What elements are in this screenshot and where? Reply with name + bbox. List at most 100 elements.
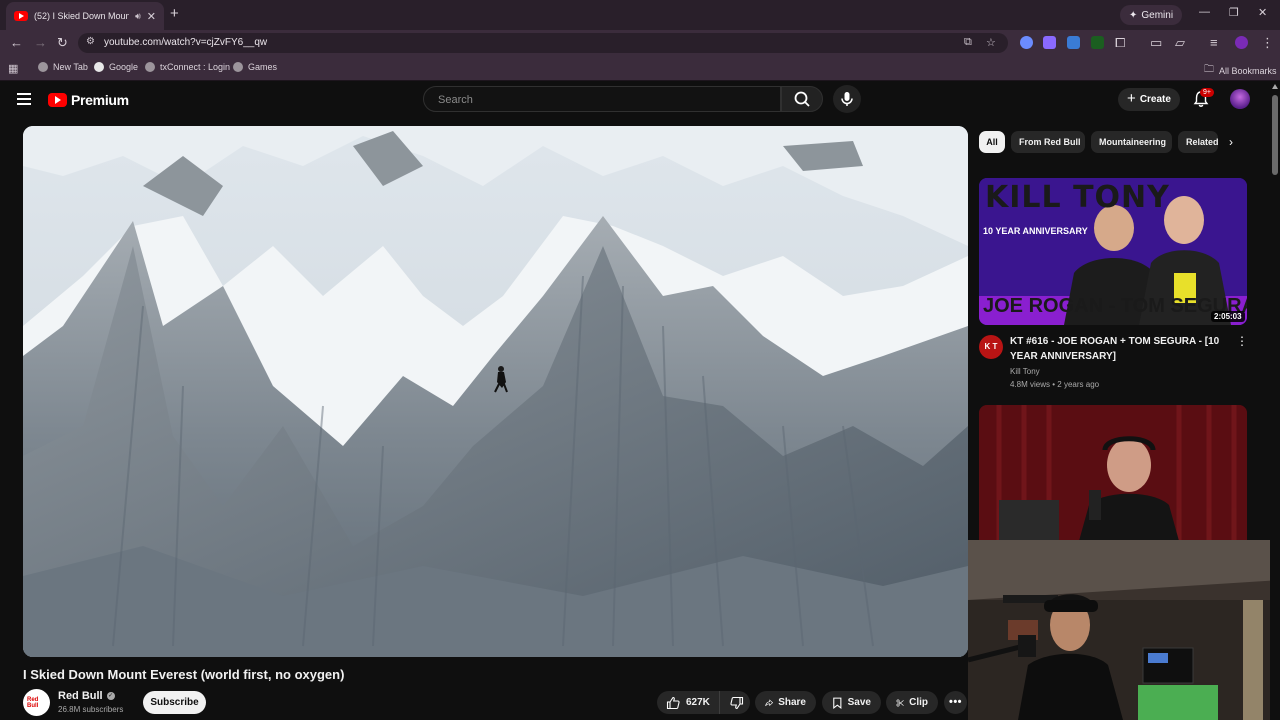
channel-avatar[interactable]: Red Bull [23,689,50,716]
chip-mountaineering[interactable]: Mountaineering [1091,131,1172,153]
url-text[interactable]: youtube.com/watch?v=cjZvFY6__qw [104,37,267,48]
tab-close-icon[interactable]: ✕ [147,10,156,23]
account-avatar[interactable] [1230,89,1250,109]
cast-icon[interactable]: ▱ [1175,35,1185,51]
gemini-label: Gemini [1141,9,1174,21]
share-button[interactable]: Share [755,691,816,714]
channel-name: Red Bull [58,690,103,702]
address-bar[interactable]: ⚙ youtube.com/watch?v=cjZvFY6__qw ⧉ ☆ [78,33,1008,53]
back-arrow-icon[interactable]: ← [10,35,23,50]
microphone-icon [841,92,853,106]
clip-button[interactable]: Clip [886,691,938,714]
site-info-icon[interactable]: ⚙ [86,36,95,47]
gemini-button[interactable]: ✦ Gemini [1120,5,1183,25]
chip-all[interactable]: All [979,131,1005,153]
youtube-header: Premium + Create 9+ [0,81,1280,121]
verified-check-icon: ✓ [106,692,115,700]
channel-name-link[interactable]: Red Bull ✓ [58,690,115,702]
minimize-icon[interactable]: — [1199,6,1210,18]
bookmark-star-icon[interactable]: ☆ [986,36,996,49]
extension-icon-4[interactable] [1091,36,1104,49]
bookmark-label: txConnect : Login [160,62,231,72]
sparkle-icon: ✦ [1129,9,1138,21]
browser-menu-icon[interactable]: ⋮ [1261,35,1274,51]
dislike-button[interactable] [725,691,750,714]
more-actions-button[interactable]: ••• [944,691,967,714]
browser-toolbar: ← → ↻ ⚙ youtube.com/watch?v=cjZvFY6__qw … [0,30,1280,55]
search-input[interactable] [438,92,758,108]
logo-text: Premium [71,92,129,108]
webcam-overlay [968,540,1280,720]
share-label: Share [778,697,806,708]
google-icon [94,62,104,72]
suggested-video-thumbnail-2[interactable] [979,405,1247,541]
reload-icon[interactable]: ↻ [57,35,68,51]
chip-related[interactable]: Related [1178,131,1218,153]
chip-from-red-bull[interactable]: From Red Bull [1011,131,1085,153]
bookmark-label: Games [248,62,278,72]
browser-tab-active[interactable]: (52) I Skied Down Mount Ev 🔊︎ ✕ [6,2,164,30]
suggested-video-thumbnail[interactable]: KILL TONY 10 YEAR ANNIVERSARY JOE ROGAN … [979,178,1247,325]
restore-icon[interactable]: ❐ [1229,6,1239,19]
page-scrollbar[interactable] [1270,81,1280,720]
plus-icon: + [1127,90,1136,107]
like-button[interactable]: 627K [657,691,720,714]
scrollbar-thumb[interactable] [1272,95,1278,175]
tab-search-icon[interactable]: ▭ [1150,35,1162,51]
save-button[interactable]: Save [822,691,881,714]
subscriber-count: 26.8M subscribers [58,705,124,714]
forward-arrow-icon[interactable]: → [34,35,47,50]
search-icon [794,91,810,107]
thumbs-down-icon [730,696,744,709]
extension-icon-3[interactable] [1067,36,1080,49]
folder-icon: 🗀︎ [1204,64,1214,75]
video-player[interactable] [23,126,968,657]
apps-grid-icon[interactable]: ▦ [8,62,18,75]
extension-icon-1[interactable] [1020,36,1033,49]
bookmark-google[interactable]: Google [94,62,138,72]
bookmark-txconnect[interactable]: txConnect : Login [145,62,230,72]
create-label: Create [1139,94,1171,105]
channel-avatar-logo: Red Bull [27,697,39,709]
bookmark-label: New Tab [53,62,88,72]
view-count: 4.8M views [1010,380,1051,389]
youtube-play-icon [48,93,67,107]
hamburger-menu-icon[interactable] [17,93,31,105]
install-app-icon[interactable]: ⧉ [964,36,972,49]
video-frame-glacier-image [23,126,968,657]
extensions-puzzle-icon[interactable]: ⧠ [1115,35,1125,51]
like-count: 627K [686,697,710,708]
bookmark-label: Google [109,62,139,72]
upload-age: 2 years ago [1057,380,1100,389]
suggested-video-meta: 4.8M views • 2 years ago [1010,380,1099,389]
save-label: Save [847,697,871,708]
scroll-up-arrow-icon[interactable] [1272,84,1278,89]
new-tab-button[interactable]: + [170,5,179,22]
bookmark-games[interactable]: Games [233,62,277,72]
globe-icon [38,62,48,72]
thumbnail-text-kill-tony: KILL TONY [985,180,1170,215]
suggested-video-title[interactable]: KT #616 - JOE ROGAN + TOM SEGURA - [10 Y… [1010,334,1225,364]
voice-search-button[interactable] [833,85,861,113]
extension-icon-2[interactable] [1043,36,1056,49]
suggested-channel-name[interactable]: Kill Tony [1010,367,1040,376]
youtube-logo[interactable]: Premium [48,92,129,108]
all-bookmarks-button[interactable]: 🗀︎ All Bookmarks [1204,62,1277,79]
subscribe-button[interactable]: Subscribe [143,691,206,714]
tab-title: (52) I Skied Down Mount Ev [34,11,130,21]
bookmark-new-tab[interactable]: New Tab [38,62,88,72]
reading-list-icon[interactable]: ≡ [1210,35,1218,50]
video-options-kebab-icon[interactable]: ⋮ [1236,334,1248,348]
chevron-right-icon[interactable]: › [1221,132,1241,152]
search-button[interactable] [781,86,823,112]
profile-avatar-icon[interactable] [1235,36,1248,49]
speaker-icon[interactable]: 🔊︎ [135,11,141,22]
like-dislike-group: 627K [657,691,750,714]
window-close-icon[interactable]: ✕ [1258,6,1267,19]
search-box [423,86,781,112]
all-bookmarks-label: All Bookmarks [1219,65,1277,76]
thumbs-up-icon [666,696,680,709]
create-button[interactable]: + Create [1118,88,1180,111]
bookmarks-bar: ▦ New Tab Google txConnect : Login Games… [0,55,1280,81]
kill-tony-channel-avatar[interactable]: K T [979,335,1003,359]
